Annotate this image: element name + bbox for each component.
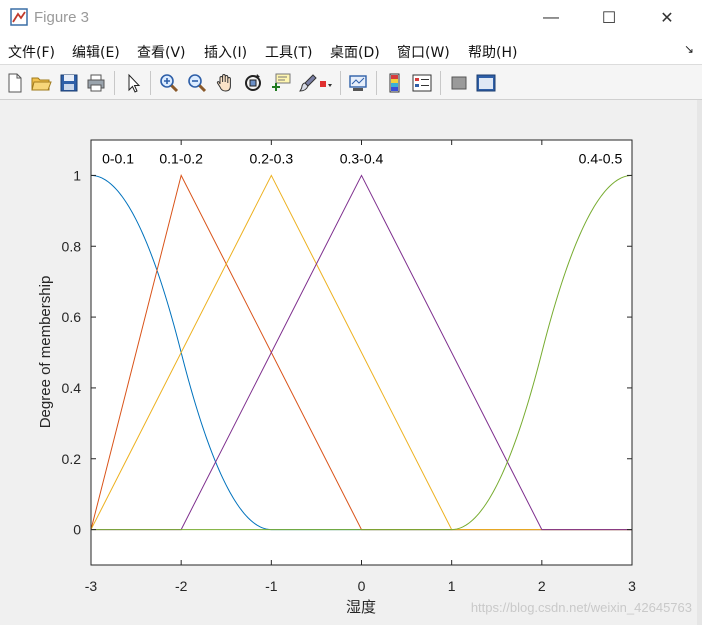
brush-icon[interactable] [297,72,319,94]
y-tick-label-5: 1 [73,167,81,183]
minimize-button[interactable]: — [528,0,574,36]
new-figure-icon[interactable] [4,72,26,94]
show-plot-tools-icon[interactable] [475,72,497,94]
menu-tools[interactable]: 工具(T) [265,42,312,62]
rotate-3d-icon[interactable] [242,72,264,94]
x-tick-label-5: 2 [538,578,546,594]
menu-help[interactable]: 帮助(H) [468,42,517,62]
title-bar: Figure 3 — ☐ ✕ [0,0,702,36]
menu-insert[interactable]: 插入(I) [204,42,247,62]
series-label-4: 0.3-0.4 [340,150,384,166]
y-tick-label-1: 0.2 [62,451,82,467]
toolbar-separator [150,71,151,95]
menu-desktop[interactable]: 桌面(D) [330,42,380,62]
figure-toolbar [0,64,702,100]
zoom-in-icon[interactable] [158,72,180,94]
maximize-button[interactable]: ☐ [586,0,632,36]
insert-colorbar-icon[interactable] [384,72,406,94]
pan-hand-icon[interactable] [214,72,236,94]
save-icon[interactable] [58,72,80,94]
y-axis-label: Degree of membership [37,276,54,429]
x-tick-label-4: 1 [448,578,456,594]
membership-chart: -3 -2 -1 0 1 2 3 0 0.2 0.4 0.6 0.8 1 0-0.1 0.1-0.2 0.2… [37,139,636,616]
zoom-out-icon[interactable] [186,72,208,94]
series-label-1: 0-0.1 [102,150,134,166]
x-tick-label-6: 3 [628,578,636,594]
dock-arrow-icon[interactable]: ↘ [684,42,694,56]
figure-canvas: -3 -2 -1 0 1 2 3 0 0.2 0.4 0.6 0.8 1 0-0.1 0.1-0.2 0.2… [0,100,702,625]
x-tick-label-1: -2 [175,578,188,594]
watermark-text: https://blog.csdn.net/weixin_42645763 [470,600,692,615]
select-arrow-icon[interactable] [122,72,144,94]
x-axis-label: 湿度 [346,598,376,616]
window-edge [697,100,702,625]
series-label-5: 0.4-0.5 [579,150,623,166]
open-file-icon[interactable] [30,72,52,94]
y-tick-label-3: 0.6 [62,309,82,325]
menu-file[interactable]: 文件(F) [8,42,55,62]
toolbar-separator [376,71,377,95]
toolbar-separator [440,71,441,95]
menu-window[interactable]: 窗口(W) [397,42,450,62]
x-tick-label-3: 0 [358,578,366,594]
menu-bar: 文件(F) 编辑(E) 查看(V) 插入(I) 工具(T) 桌面(D) 窗口(W… [0,36,702,64]
y-tick-label-2: 0.4 [62,380,82,396]
x-tick-label-2: -1 [265,578,278,594]
y-tick-label-0: 0 [73,522,81,538]
insert-legend-icon[interactable] [411,72,433,94]
matlab-figure-icon [10,8,28,26]
toolbar-separator [114,71,115,95]
toolbar-separator [340,71,341,95]
x-tick-label-0: -3 [85,578,98,594]
hide-plot-tools-icon[interactable] [448,72,470,94]
link-plot-icon[interactable] [347,72,369,94]
data-cursor-icon[interactable] [270,72,292,94]
menu-edit[interactable]: 编辑(E) [72,42,120,62]
y-tick-label-4: 0.8 [62,238,82,254]
window-title: Figure 3 [34,9,90,26]
brush-dropdown-icon[interactable] [319,72,333,94]
print-icon[interactable] [85,72,107,94]
series-label-3: 0.2-0.3 [250,150,294,166]
series-label-2: 0.1-0.2 [159,150,203,166]
figure-window: Figure 3 — ☐ ✕ 文件(F) 编辑(E) 查看(V) 插入(I) 工… [0,0,702,625]
close-button[interactable]: ✕ [644,0,690,36]
menu-view[interactable]: 查看(V) [137,42,186,62]
